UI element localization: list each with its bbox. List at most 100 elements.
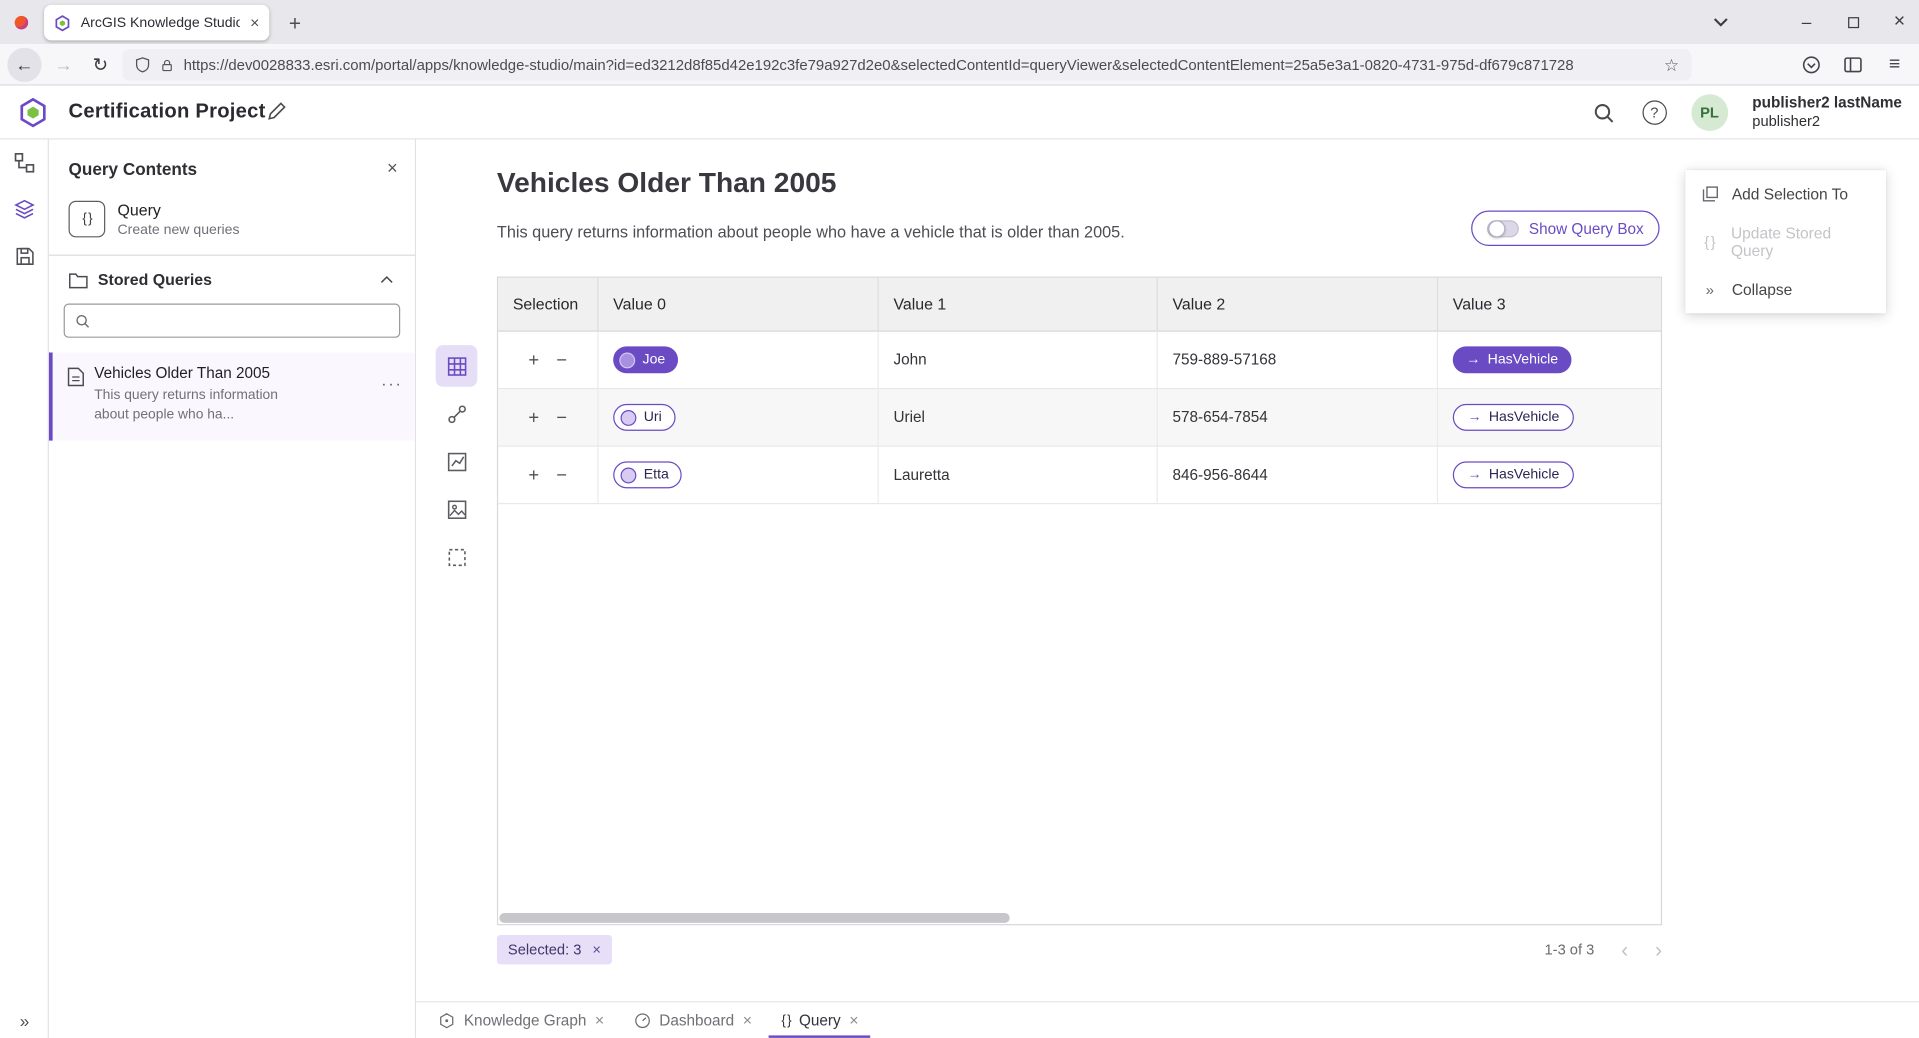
lock-icon[interactable] bbox=[160, 57, 173, 73]
panel-close-icon[interactable]: × bbox=[387, 158, 398, 179]
map-view-icon[interactable] bbox=[436, 488, 478, 530]
query-result-description: This query returns information about peo… bbox=[497, 223, 1125, 241]
help-icon[interactable]: ? bbox=[1642, 100, 1666, 124]
remove-from-selection-icon[interactable]: − bbox=[556, 464, 567, 485]
tab-close-icon[interactable]: × bbox=[743, 1011, 752, 1029]
stored-queries-search[interactable] bbox=[64, 304, 401, 338]
cell-value: 846-956-8644 bbox=[1158, 447, 1438, 503]
next-page-icon[interactable]: › bbox=[1655, 939, 1662, 960]
new-query-item[interactable]: { } Query Create new queries bbox=[49, 191, 415, 255]
new-tab-button[interactable]: + bbox=[279, 7, 311, 39]
tab-knowledge-graph[interactable]: Knowledge Graph × bbox=[426, 1002, 617, 1037]
column-header[interactable]: Value 2 bbox=[1158, 278, 1438, 331]
view-icon-strip bbox=[436, 345, 478, 578]
stored-query-item[interactable]: Vehicles Older Than 2005 This query retu… bbox=[49, 352, 415, 440]
relationship-label: HasVehicle bbox=[1489, 410, 1559, 425]
relationship-label: HasVehicle bbox=[1489, 468, 1559, 483]
query-item-label: Query bbox=[117, 201, 239, 219]
table-row[interactable]: + − Uri Uriel 578-654-7854 →HasVehicle bbox=[498, 389, 1661, 447]
tab-close-icon[interactable]: × bbox=[849, 1011, 858, 1029]
selected-count-chip[interactable]: Selected: 3 × bbox=[497, 935, 612, 964]
table-view-icon[interactable] bbox=[436, 345, 478, 387]
maximize-icon bbox=[1847, 17, 1858, 28]
avatar[interactable]: PL bbox=[1691, 94, 1728, 131]
save-icon[interactable] bbox=[0, 233, 49, 280]
search-input[interactable] bbox=[98, 312, 389, 329]
scrollbar-thumb[interactable] bbox=[499, 912, 1010, 922]
sidebar-icon[interactable] bbox=[1836, 48, 1870, 82]
menu-item-update-stored-query[interactable]: { } Update Stored Query bbox=[1685, 218, 1886, 266]
menu-item-collapse[interactable]: » Collapse bbox=[1685, 266, 1886, 314]
toggle-track bbox=[1487, 220, 1519, 237]
add-to-selection-icon[interactable]: + bbox=[528, 464, 539, 485]
edit-title-icon[interactable] bbox=[267, 102, 287, 122]
entity-pill[interactable]: Uri bbox=[613, 404, 675, 431]
entity-pill[interactable]: Etta bbox=[613, 461, 682, 488]
entity-label: Joe bbox=[643, 352, 666, 367]
contents-layers-icon[interactable] bbox=[0, 186, 49, 233]
horizontal-scrollbar[interactable] bbox=[498, 911, 1661, 924]
url-bar[interactable]: https://dev0028833.esri.com/portal/apps/… bbox=[122, 49, 1691, 81]
cell-value: Lauretta bbox=[879, 447, 1158, 503]
user-info[interactable]: publisher2 lastName publisher2 bbox=[1752, 94, 1902, 131]
bookmark-star-icon[interactable]: ☆ bbox=[1664, 54, 1679, 75]
tab-query[interactable]: { } Query × bbox=[769, 1002, 871, 1037]
selection-context-menu: Add Selection To { } Update Stored Query… bbox=[1685, 170, 1886, 313]
query-item-desc: Create new queries bbox=[117, 223, 239, 238]
selection-tools-icon[interactable] bbox=[436, 536, 478, 578]
query-result-title: Vehicles Older Than 2005 bbox=[497, 166, 837, 199]
tab-favicon bbox=[54, 14, 71, 31]
window-maximize-button[interactable] bbox=[1835, 7, 1872, 36]
bottom-tab-bar: Knowledge Graph × Dashboard × { } Query … bbox=[416, 1001, 1919, 1038]
panel-title: Query Contents bbox=[69, 158, 198, 178]
relationship-pill[interactable]: →HasVehicle bbox=[1453, 461, 1574, 488]
table-row[interactable]: + − Joe John 759-889-57168 →HasVehicle bbox=[498, 332, 1661, 390]
browser-tab[interactable]: ArcGIS Knowledge Studio × bbox=[44, 5, 269, 40]
data-model-icon[interactable] bbox=[0, 140, 49, 187]
folder-icon bbox=[69, 271, 89, 288]
back-button[interactable]: ← bbox=[7, 48, 41, 82]
add-to-selection-icon[interactable]: + bbox=[528, 349, 539, 370]
dashboard-icon bbox=[634, 1012, 651, 1029]
link-chart-view-icon[interactable] bbox=[436, 393, 478, 435]
column-header[interactable]: Value 1 bbox=[879, 278, 1158, 331]
table-row[interactable]: + − Etta Lauretta 846-956-8644 →HasVehic… bbox=[498, 447, 1661, 505]
window-close-button[interactable]: × bbox=[1881, 7, 1918, 36]
item-options-icon[interactable]: ··· bbox=[381, 375, 402, 393]
forward-button[interactable]: → bbox=[47, 48, 81, 82]
column-header[interactable]: Value 3 bbox=[1438, 278, 1661, 331]
menu-item-add-selection-to[interactable]: Add Selection To bbox=[1685, 170, 1886, 218]
tab-list-chevron-icon[interactable] bbox=[1709, 10, 1736, 34]
tab-close-icon[interactable]: × bbox=[595, 1011, 604, 1029]
tab-close-icon[interactable]: × bbox=[250, 15, 259, 31]
stored-queries-header[interactable]: Stored Queries bbox=[49, 256, 415, 296]
navbar-right-icons: ≡ bbox=[1794, 48, 1911, 82]
query-contents-panel: Query Contents × { } Query Create new qu… bbox=[49, 140, 416, 1038]
relationship-pill[interactable]: →HasVehicle bbox=[1453, 404, 1574, 431]
chevron-up-icon[interactable] bbox=[378, 271, 395, 288]
cell-value: 759-889-57168 bbox=[1158, 332, 1438, 388]
pagination-range: 1-3 of 3 bbox=[1545, 941, 1595, 958]
relationship-arrow-icon: → bbox=[1466, 352, 1480, 367]
window-minimize-button[interactable]: – bbox=[1788, 7, 1825, 36]
reload-button[interactable]: ↻ bbox=[83, 48, 117, 82]
clear-selection-icon[interactable]: × bbox=[592, 941, 601, 958]
rail-expand-icon[interactable]: » bbox=[0, 1011, 49, 1031]
remove-from-selection-icon[interactable]: − bbox=[556, 407, 567, 428]
add-to-selection-icon[interactable]: + bbox=[528, 407, 539, 428]
remove-from-selection-icon[interactable]: − bbox=[556, 349, 567, 370]
toggle-label: Show Query Box bbox=[1529, 220, 1644, 237]
tab-dashboard[interactable]: Dashboard × bbox=[621, 1002, 764, 1037]
project-title: Certification Project bbox=[69, 100, 266, 123]
show-query-box-toggle[interactable]: Show Query Box bbox=[1471, 211, 1659, 246]
relationship-pill[interactable]: →HasVehicle bbox=[1453, 346, 1572, 373]
tracking-shield-icon[interactable] bbox=[135, 56, 151, 73]
previous-page-icon[interactable]: ‹ bbox=[1621, 939, 1628, 960]
search-icon[interactable] bbox=[1591, 99, 1618, 126]
column-header[interactable]: Selection bbox=[498, 278, 598, 331]
entity-pill[interactable]: Joe bbox=[613, 346, 677, 373]
chart-view-icon[interactable] bbox=[436, 441, 478, 483]
column-header[interactable]: Value 0 bbox=[598, 278, 878, 331]
hamburger-menu-icon[interactable]: ≡ bbox=[1877, 48, 1911, 82]
pocket-icon[interactable] bbox=[1794, 48, 1828, 82]
